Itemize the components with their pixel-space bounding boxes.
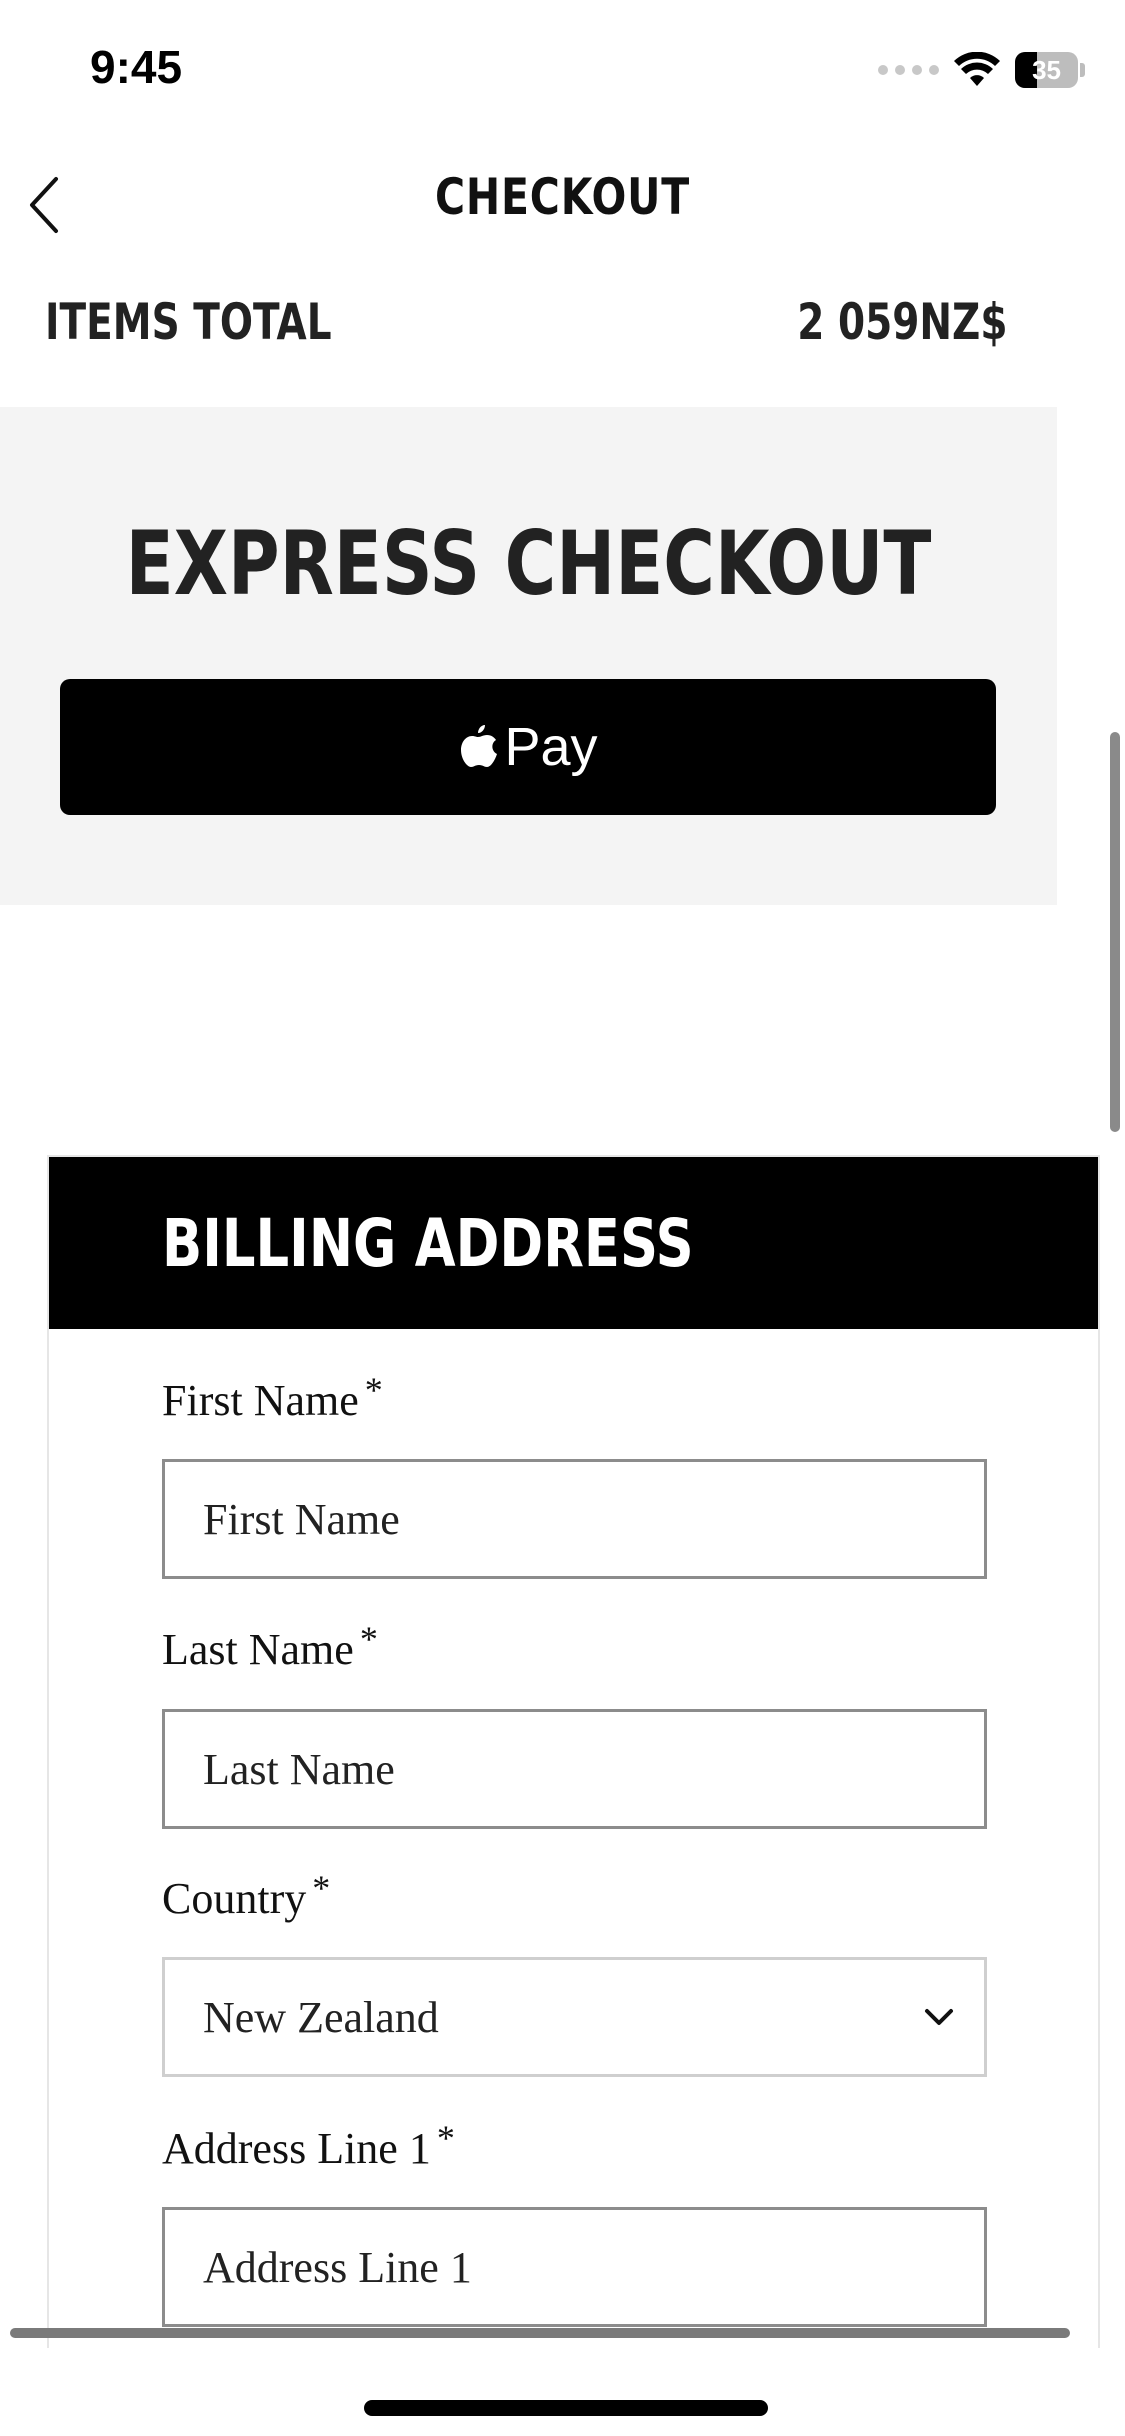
vertical-scrollbar[interactable] (1110, 732, 1120, 1132)
last-name-label: Last Name * (162, 1619, 378, 1674)
apple-pay-button[interactable]: Pay (60, 679, 996, 815)
first-name-label: First Name * (162, 1370, 383, 1425)
home-indicator[interactable] (364, 2400, 768, 2416)
billing-address-form: BILLING ADDRESS First Name * First Name L… (47, 1155, 1100, 2355)
battery-icon: 35 (1015, 52, 1085, 88)
horizontal-scrollbar[interactable] (10, 2328, 1070, 2338)
address-line-1-placeholder: Address Line 1 (203, 2243, 472, 2292)
chevron-left-icon (30, 177, 58, 233)
address-line-1-field[interactable]: Address Line 1 (162, 2207, 987, 2327)
checkout-screen: 9:45 35 CHECKOUT ITEMS TOTAL 2 059NZ$ EX… (0, 0, 1125, 2436)
cellular-signal-icon (878, 65, 939, 75)
bottom-safe-area (0, 2348, 1125, 2436)
express-checkout-title: EXPRESS CHECKOUT (125, 512, 932, 615)
items-total-label: ITEMS TOTAL (45, 293, 332, 351)
navigation-header: CHECKOUT (0, 150, 1125, 260)
battery-level: 35 (1032, 54, 1061, 85)
status-icons: 35 (878, 48, 1085, 92)
status-bar: 9:45 35 (0, 0, 1125, 140)
address-line-1-label: Address Line 1 * (162, 2118, 455, 2173)
items-total-value: 2 059NZ$ (796, 293, 1007, 351)
country-value: New Zealand (203, 1993, 439, 2042)
last-name-field[interactable]: Last Name (162, 1709, 987, 1829)
first-name-field[interactable]: First Name (162, 1459, 987, 1579)
wifi-icon (954, 52, 1000, 86)
country-select[interactable]: New Zealand (162, 1957, 987, 2077)
apple-pay-label: Pay (504, 717, 598, 777)
chevron-down-icon (925, 2009, 953, 2025)
status-time: 9:45 (90, 41, 183, 93)
page-title: CHECKOUT (434, 168, 691, 226)
apple-logo-icon (461, 725, 498, 767)
country-label: Country * (162, 1868, 331, 1923)
back-button[interactable] (14, 170, 74, 240)
first-name-placeholder: First Name (203, 1495, 400, 1544)
last-name-placeholder: Last Name (203, 1745, 395, 1794)
billing-address-title: BILLING ADDRESS (162, 1205, 694, 1282)
items-total-row: ITEMS TOTAL 2 059NZ$ (0, 285, 1125, 365)
express-checkout-panel: EXPRESS CHECKOUT Pay (0, 407, 1057, 905)
billing-address-header: BILLING ADDRESS (49, 1157, 1098, 1329)
